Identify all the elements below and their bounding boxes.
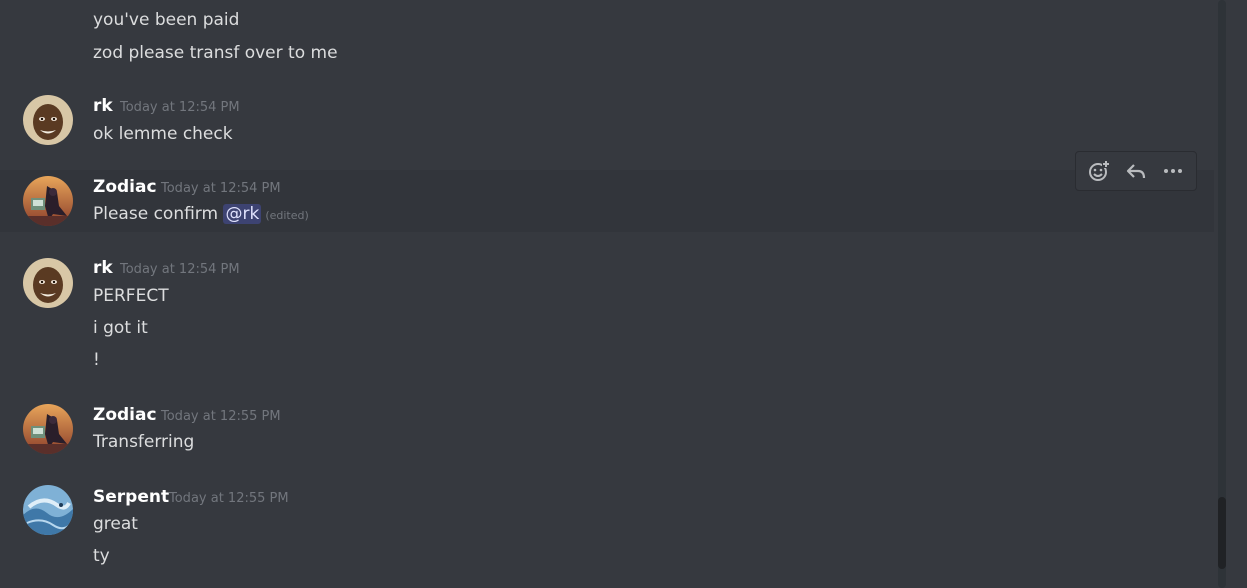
- message-timestamp[interactable]: Today at 12:55 PM: [161, 406, 281, 428]
- user-mention[interactable]: @rk: [223, 204, 262, 224]
- message-line: PERFECT: [93, 286, 169, 306]
- reply-icon[interactable]: [1120, 155, 1152, 187]
- scrollbar-thumb[interactable]: [1218, 497, 1226, 569]
- message-text: Please confirm: [93, 204, 219, 224]
- message-timestamp[interactable]: Today at 12:55 PM: [169, 488, 289, 510]
- avatar-zodiac[interactable]: [23, 404, 73, 454]
- username-rk[interactable]: rk: [93, 257, 113, 279]
- username-zodiac[interactable]: Zodiac: [93, 176, 157, 198]
- more-icon[interactable]: [1157, 155, 1189, 187]
- message-timestamp[interactable]: Today at 12:54 PM: [120, 259, 240, 281]
- chat-messages-area[interactable]: you've been paid zod please transf over …: [0, 0, 1247, 588]
- username-rk[interactable]: rk: [93, 95, 113, 117]
- message-line: great: [93, 514, 138, 534]
- avatar-serpent[interactable]: [23, 485, 73, 535]
- message-line: ok lemme check: [93, 124, 233, 144]
- avatar-rk[interactable]: [23, 95, 73, 145]
- avatar-rk[interactable]: [23, 258, 73, 308]
- message-line: Transferring: [93, 432, 195, 452]
- username-serpent[interactable]: Serpent: [93, 486, 169, 508]
- add-reaction-icon[interactable]: [1083, 155, 1115, 187]
- message-line: zod please transf over to me: [93, 43, 338, 63]
- message-timestamp[interactable]: Today at 12:54 PM: [161, 178, 281, 200]
- message-line: ty: [93, 546, 110, 566]
- message-timestamp[interactable]: Today at 12:54 PM: [120, 97, 240, 119]
- message-actions-toolbar: [1075, 151, 1197, 191]
- message-line: !: [93, 350, 100, 370]
- edited-label: (edited): [265, 209, 309, 222]
- message-line: you've been paid: [93, 10, 240, 30]
- message-content: Please confirm @rk (edited): [93, 203, 309, 227]
- avatar-zodiac[interactable]: [23, 176, 73, 226]
- username-zodiac[interactable]: Zodiac: [93, 404, 157, 426]
- message-line: i got it: [93, 318, 148, 338]
